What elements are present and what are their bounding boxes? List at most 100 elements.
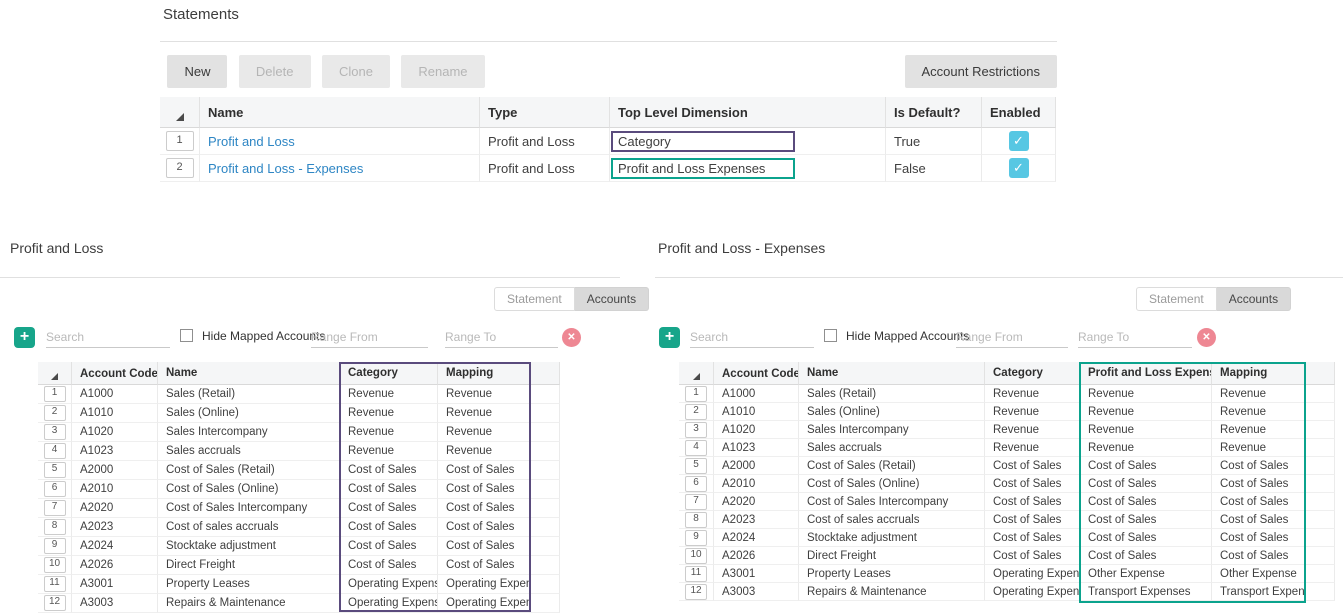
page-title: Statements <box>163 6 239 23</box>
column-header-empty <box>1305 362 1335 385</box>
statements-toolbar: New Delete Clone Rename Account Restrict… <box>160 55 1057 88</box>
is-default-cell: True <box>886 128 982 155</box>
row-number[interactable]: 9 <box>685 530 707 546</box>
hide-mapped-checkbox[interactable] <box>180 329 193 342</box>
tab-accounts[interactable]: Accounts <box>1217 287 1291 311</box>
row-number[interactable]: 2 <box>166 158 194 178</box>
empty-cell <box>530 575 560 594</box>
row-number[interactable]: 7 <box>685 494 707 510</box>
row-number[interactable]: 3 <box>44 424 66 440</box>
table-row: 12A3003Repairs & MaintenanceOperating Ex… <box>679 583 1335 601</box>
row-number[interactable]: 8 <box>685 512 707 528</box>
row-number[interactable]: 12 <box>685 584 707 600</box>
column-header-top-level-dimension[interactable]: Top Level Dimension <box>610 97 886 128</box>
account-cell: A1000 <box>72 385 158 404</box>
column-header-account-code[interactable]: Account Code▲ <box>714 362 799 385</box>
account-cell: Repairs & Maintenance <box>799 583 985 601</box>
column-header-account-code[interactable]: Account Code▲ <box>72 362 158 385</box>
table-row: 4A1023Sales accrualsRevenueRevenueRevenu… <box>679 439 1335 457</box>
enabled-cell: ✓ <box>982 155 1056 182</box>
column-header-profit-and-loss-expenses[interactable]: Profit and Loss Expenses <box>1080 362 1212 385</box>
empty-cell <box>530 461 560 480</box>
account-cell: Revenue <box>985 403 1080 421</box>
account-cell: Cost of Sales <box>438 461 530 480</box>
empty-cell <box>1305 529 1335 547</box>
range-to-input[interactable] <box>445 327 558 348</box>
table-header-row: NameTypeTop Level DimensionIs Default?En… <box>160 97 1056 128</box>
statement-name-link[interactable]: Profit and Loss <box>208 134 295 149</box>
accounts-table-profit-and-loss-expenses: Account Code▲NameCategoryProfit and Loss… <box>679 362 1335 601</box>
select-all-header[interactable] <box>38 362 72 385</box>
column-header-is-default-[interactable]: Is Default? <box>886 97 982 128</box>
row-number[interactable]: 10 <box>44 557 66 573</box>
account-cell: A1023 <box>714 439 799 457</box>
clear-filters-icon[interactable]: ✕ <box>1197 328 1216 347</box>
account-cell: Sales (Online) <box>158 404 340 423</box>
account-cell: Sales (Retail) <box>158 385 340 404</box>
row-number[interactable]: 2 <box>44 405 66 421</box>
row-number[interactable]: 1 <box>44 386 66 402</box>
row-number[interactable]: 2 <box>685 404 707 420</box>
row-number[interactable]: 3 <box>685 422 707 438</box>
account-cell: Cost of Sales <box>1080 457 1212 475</box>
account-restrictions-button[interactable]: Account Restrictions <box>905 55 1058 88</box>
account-cell: Sales accruals <box>799 439 985 457</box>
column-header-name[interactable]: Name <box>799 362 985 385</box>
account-cell: Property Leases <box>158 575 340 594</box>
row-number[interactable]: 1 <box>685 386 707 402</box>
add-account-button[interactable]: + <box>659 327 680 348</box>
column-header-category[interactable]: Category <box>985 362 1080 385</box>
row-number[interactable]: 6 <box>685 476 707 492</box>
search-input[interactable] <box>46 327 170 348</box>
empty-cell <box>1305 457 1335 475</box>
row-number[interactable]: 6 <box>44 481 66 497</box>
column-header-mapping[interactable]: Mapping <box>1212 362 1305 385</box>
row-number[interactable]: 11 <box>685 566 707 582</box>
account-cell: Revenue <box>985 439 1080 457</box>
hide-mapped-checkbox[interactable] <box>824 329 837 342</box>
row-number[interactable]: 5 <box>685 458 707 474</box>
account-cell: Cost of Sales <box>340 461 438 480</box>
range-from-input[interactable] <box>956 327 1068 348</box>
row-number[interactable]: 10 <box>685 548 707 564</box>
account-cell: A1020 <box>72 423 158 442</box>
row-number[interactable]: 4 <box>44 443 66 459</box>
range-to-input[interactable] <box>1078 327 1192 348</box>
table-row: 1A1000Sales (Retail)RevenueRevenue <box>38 385 560 404</box>
add-account-button[interactable]: + <box>14 327 35 348</box>
column-header-enabled[interactable]: Enabled <box>982 97 1056 128</box>
tab-statement[interactable]: Statement <box>1136 287 1217 311</box>
column-header-mapping[interactable]: Mapping <box>438 362 530 385</box>
account-cell: Revenue <box>340 404 438 423</box>
enabled-checkbox[interactable]: ✓ <box>1009 131 1029 151</box>
column-header-name[interactable]: Name <box>158 362 340 385</box>
account-cell: Cost of Sales <box>985 511 1080 529</box>
row-number[interactable]: 8 <box>44 519 66 535</box>
row-number[interactable]: 9 <box>44 538 66 554</box>
statement-name-link[interactable]: Profit and Loss - Expenses <box>208 161 363 176</box>
account-cell: A1010 <box>714 403 799 421</box>
row-number[interactable]: 12 <box>44 595 66 611</box>
row-number[interactable]: 11 <box>44 576 66 592</box>
row-number[interactable]: 5 <box>44 462 66 478</box>
select-all-header[interactable] <box>679 362 714 385</box>
account-cell: Cost of Sales (Retail) <box>158 461 340 480</box>
enabled-checkbox[interactable]: ✓ <box>1009 158 1029 178</box>
new-button[interactable]: New <box>167 55 227 88</box>
search-input[interactable] <box>690 327 814 348</box>
row-number[interactable]: 7 <box>44 500 66 516</box>
tab-accounts[interactable]: Accounts <box>575 287 649 311</box>
empty-cell <box>1305 439 1335 457</box>
column-header-type[interactable]: Type <box>480 97 610 128</box>
row-number[interactable]: 1 <box>166 131 194 151</box>
account-cell: Cost of Sales <box>1212 457 1305 475</box>
hide-mapped-label: Hide Mapped Accounts <box>202 329 325 343</box>
tab-statement[interactable]: Statement <box>494 287 575 311</box>
range-from-input[interactable] <box>311 327 428 348</box>
row-number[interactable]: 4 <box>685 440 707 456</box>
column-header-category[interactable]: Category <box>340 362 438 385</box>
clear-filters-icon[interactable]: ✕ <box>562 328 581 347</box>
select-all-header[interactable] <box>160 97 200 128</box>
column-header-name[interactable]: Name <box>200 97 480 128</box>
account-cell: Cost of sales accruals <box>158 518 340 537</box>
